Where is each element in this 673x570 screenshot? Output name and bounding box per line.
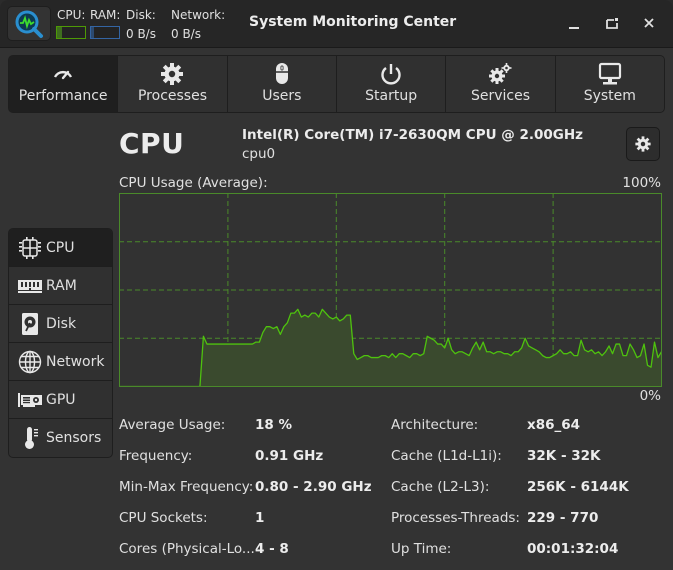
cpu-name: cpu0: [242, 146, 276, 162]
tab-services[interactable]: Services: [446, 56, 556, 112]
sidebar-item-label: Network: [46, 353, 105, 370]
sidebar-item-gpu[interactable]: GPU: [9, 381, 112, 419]
sidebar-item-label: RAM: [46, 277, 77, 294]
sidebar-item-cpu[interactable]: CPU: [9, 229, 112, 267]
close-button[interactable]: [637, 11, 661, 35]
cache-l1-value: 32K - 32K: [527, 448, 601, 464]
ram-label: RAM:: [90, 8, 121, 22]
network-label: Network:: [171, 8, 226, 22]
sidebar-item-label: Sensors: [46, 430, 102, 446]
sidebar-item-label: Disk: [46, 315, 77, 332]
cpu-sockets-value: 1: [255, 510, 265, 526]
power-icon: [381, 64, 401, 85]
page-title: CPU: [119, 127, 185, 160]
up-time-value: 00:01:32:04: [527, 541, 619, 557]
thermometer-icon: [25, 427, 38, 449]
tab-label: Startup: [365, 88, 418, 104]
tab-label: Users: [262, 88, 302, 104]
cpu-chip-icon: [19, 236, 41, 259]
disk-speed: 0 B/s: [126, 27, 156, 41]
min-max-frequency-value: 0.80 - 2.90 GHz: [255, 479, 372, 495]
sidebar-item-label: GPU: [46, 391, 76, 408]
gear-icon: [635, 136, 651, 152]
tab-performance[interactable]: Performance: [9, 56, 119, 112]
header-bar: CPU: RAM: Disk: Network: 0 B/s 0 B/s Sys…: [0, 0, 673, 48]
close-icon: [644, 18, 654, 28]
frequency-label: Frequency:: [119, 448, 193, 464]
min-max-frequency-label: Min-Max Frequency:: [119, 479, 254, 495]
tab-startup[interactable]: Startup: [336, 56, 447, 112]
average-usage-value: 18 %: [255, 417, 293, 433]
mouse-icon: [275, 63, 288, 84]
cores-value: 4 - 8: [255, 541, 289, 557]
restore-button[interactable]: [600, 11, 624, 35]
sidebar-item-ram[interactable]: RAM: [9, 267, 112, 305]
graph-max-label: 100%: [622, 175, 661, 191]
settings-button[interactable]: [626, 127, 660, 161]
minimize-button[interactable]: [562, 11, 586, 35]
cpu-label: CPU:: [57, 8, 86, 22]
gear-icon: [161, 63, 184, 85]
cpu-model: Intel(R) Core(TM) i7-2630QM CPU @ 2.00GH…: [242, 127, 584, 143]
globe-icon: [18, 350, 42, 373]
restore-icon: [606, 18, 618, 29]
graphics-card-icon: [18, 392, 42, 407]
cpu-usage-graph: [119, 193, 662, 387]
cache-l2-l3-label: Cache (L2-L3):: [391, 479, 490, 495]
ram-mini-bar-fill: [91, 27, 94, 38]
tab-label: System: [583, 88, 636, 104]
tab-users[interactable]: Users: [227, 56, 337, 112]
graph-title: CPU Usage (Average):: [119, 175, 268, 191]
sidebar-item-sensors[interactable]: Sensors: [9, 419, 112, 457]
app-menu-button[interactable]: [7, 6, 51, 41]
cache-l2-l3-value: 256K - 6144K: [527, 479, 629, 495]
frequency-value: 0.91 GHz: [255, 448, 324, 464]
ram-mini-bar: [90, 26, 120, 39]
gears-icon: [489, 63, 512, 84]
hard-disk-icon: [22, 312, 38, 335]
cpu-sockets-label: CPU Sockets:: [119, 510, 208, 526]
monitor-icon: [598, 62, 621, 85]
sidebar-item-disk[interactable]: Disk: [9, 305, 112, 343]
ram-module-icon: [18, 279, 42, 293]
window-title: System Monitoring Center: [249, 14, 457, 30]
average-usage-label: Average Usage:: [119, 417, 226, 433]
tab-label: Services: [470, 88, 530, 104]
performance-sidebar: CPU RAM Disk Network GPU Sensors: [8, 228, 113, 458]
tab-system[interactable]: System: [555, 56, 664, 112]
network-speed: 0 B/s: [171, 27, 201, 41]
architecture-value: x86_64: [527, 417, 581, 433]
main-tabs: Performance Processes Users Startup Serv…: [8, 55, 665, 113]
tab-processes[interactable]: Processes: [118, 56, 228, 112]
architecture-label: Architecture:: [391, 417, 479, 433]
tab-label: Performance: [18, 88, 108, 104]
graph-min-label: 0%: [639, 388, 661, 404]
app-window: CPU: RAM: Disk: Network: 0 B/s 0 B/s Sys…: [0, 0, 673, 570]
sidebar-item-label: CPU: [46, 239, 75, 256]
cores-label: Cores (Physical-Lo...: [119, 541, 255, 557]
up-time-label: Up Time:: [391, 541, 452, 557]
cpu-mini-bar-fill: [57, 27, 63, 38]
sidebar-item-network[interactable]: Network: [9, 343, 112, 381]
cpu-mini-bar: [56, 26, 86, 39]
processes-threads-value: 229 - 770: [527, 510, 599, 526]
disk-label: Disk:: [126, 8, 156, 22]
minimize-icon: [569, 27, 579, 29]
processes-threads-label: Processes-Threads:: [391, 510, 520, 526]
monitor-search-icon: [15, 10, 43, 38]
tab-label: Processes: [137, 88, 207, 104]
gauge-icon: [54, 70, 73, 80]
cache-l1-label: Cache (L1d-L1i):: [391, 448, 502, 464]
